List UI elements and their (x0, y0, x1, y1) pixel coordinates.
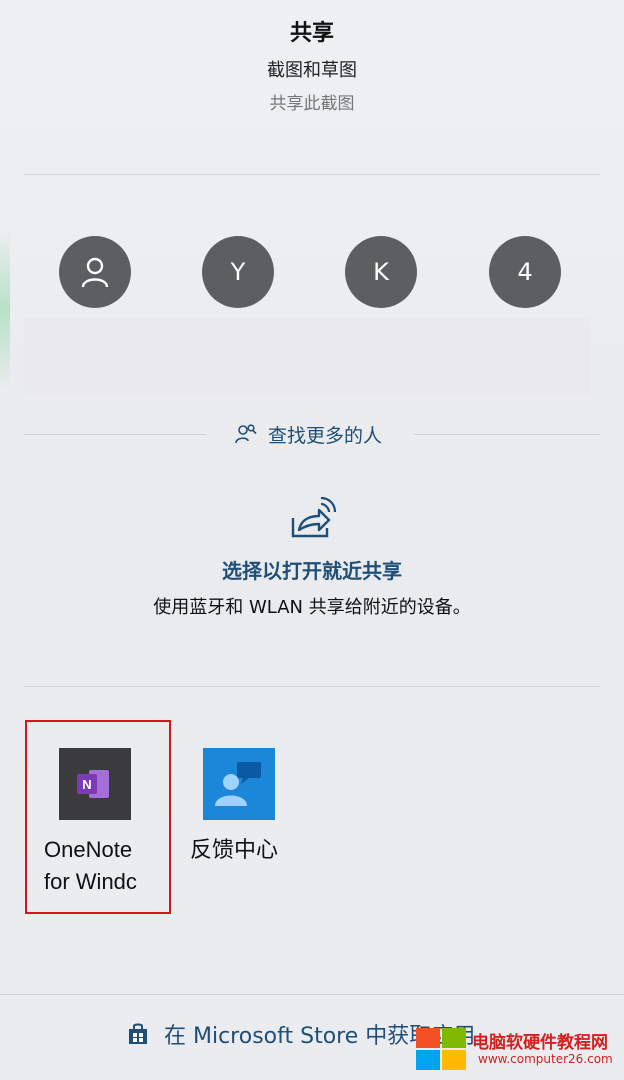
share-description: 共享此截图 (269, 94, 355, 114)
store-bag-icon (129, 1023, 147, 1044)
divider (24, 434, 206, 435)
find-more-people-label: 查找更多的人 (268, 424, 383, 447)
find-more-people-link[interactable]: 查找更多的人 (230, 418, 386, 450)
contact-avatar-person[interactable] (59, 236, 131, 308)
nearby-share-icon (287, 496, 337, 546)
contact-avatar-y[interactable]: Y (202, 236, 274, 308)
watermark-url: www.computer26.com (478, 1052, 613, 1066)
watermark-text: 电脑软硬件教程网 (472, 1033, 608, 1053)
share-panel: 共享 截图和草图 共享此截图 Y K 4 查找更多的人 选择以打开就近共享 使用… (0, 0, 624, 1080)
feedback-hub-icon (203, 748, 320, 824)
highlight-box (25, 720, 171, 914)
page-title: 共享 (289, 21, 334, 46)
nearby-share-section[interactable]: 选择以打开就近共享 使用蓝牙和 WLAN 共享给附近的设备。 (0, 496, 624, 622)
divider (0, 994, 624, 995)
contact-avatar-4[interactable]: 4 (489, 236, 561, 308)
nearby-share-title: 选择以打开就近共享 (222, 559, 402, 583)
divider (414, 434, 600, 435)
contacts-row: Y K 4 (0, 236, 624, 308)
divider (24, 174, 600, 175)
contact-avatar-k[interactable]: K (345, 236, 417, 308)
app-tile-feedback-hub[interactable]: 反馈中心 (190, 748, 320, 866)
find-more-people-row: 查找更多的人 (24, 418, 600, 450)
watermark: 电脑软硬件教程网 www.computer26.com (416, 1026, 616, 1074)
person-icon (81, 257, 109, 288)
contacts-names-area (24, 318, 590, 396)
divider (24, 686, 600, 687)
windows-logo-icon (416, 1028, 468, 1072)
nearby-share-description: 使用蓝牙和 WLAN 共享给附近的设备。 (153, 597, 471, 618)
people-search-icon (235, 424, 257, 444)
share-header: 共享 截图和草图 共享此截图 (0, 18, 624, 116)
source-app-name: 截图和草图 (267, 60, 357, 81)
app-label: 反馈中心 (190, 837, 279, 862)
